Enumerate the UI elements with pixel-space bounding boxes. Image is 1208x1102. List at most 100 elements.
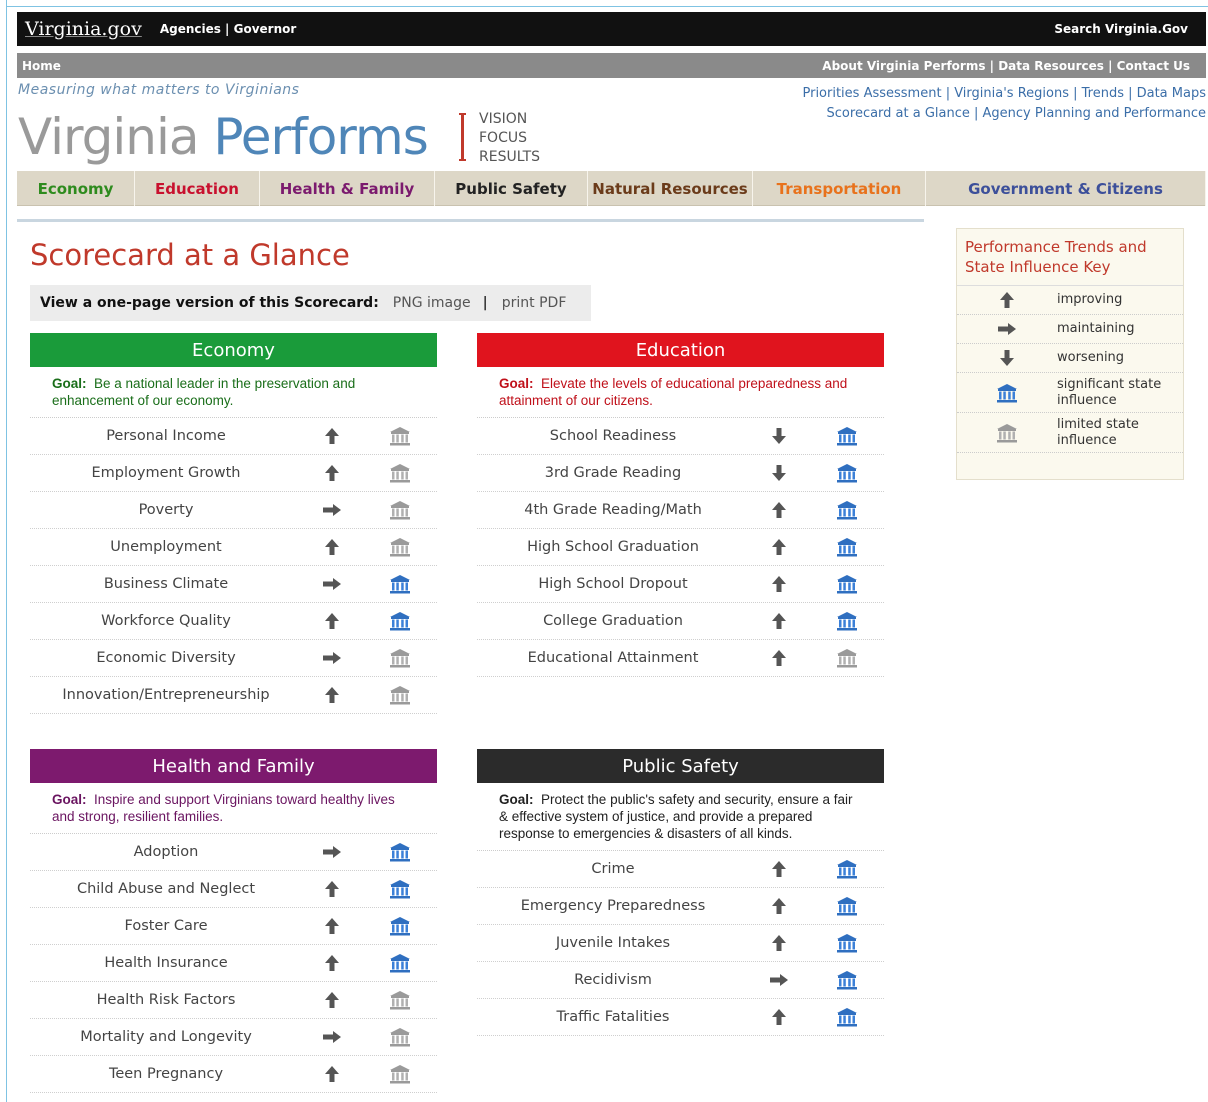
health-panel-title[interactable]: Health and Family xyxy=(30,749,437,783)
arrow-right-icon xyxy=(302,651,362,665)
arrow-up-icon xyxy=(302,427,362,445)
arrow-up-icon xyxy=(302,954,362,972)
top-links: Priorities Assessment | Virginia's Regio… xyxy=(802,84,1206,124)
home-link[interactable]: Home xyxy=(22,59,61,73)
indicator-link[interactable]: Adoption xyxy=(30,844,302,860)
nav-tab-health-family[interactable]: Health & Family xyxy=(260,171,435,206)
nav-tab-transportation[interactable]: Transportation xyxy=(753,171,926,206)
indicator-link[interactable]: 3rd Grade Reading xyxy=(477,465,749,481)
health-goal: Goal: Inspire and support Virginians tow… xyxy=(30,783,437,834)
key-label: limited state influence xyxy=(1057,416,1139,448)
key-row: worsening xyxy=(957,344,1183,373)
capitol-blue-icon xyxy=(362,953,437,973)
indicator-link[interactable]: Health Insurance xyxy=(30,955,302,971)
goal-text: Inspire and support Virginians toward he… xyxy=(52,792,395,824)
nav-divider xyxy=(17,219,924,222)
about-links[interactable]: About Virginia Performs | Data Resources… xyxy=(822,59,1190,73)
capitol-blue-icon xyxy=(809,426,884,446)
indicator-link[interactable]: High School Graduation xyxy=(477,539,749,555)
table-row: Health Risk Factors xyxy=(30,982,437,1019)
arrow-up-icon xyxy=(749,897,809,915)
key-row: maintaining xyxy=(957,315,1183,344)
arrow-up-icon xyxy=(302,880,362,898)
table-row: Personal Income xyxy=(30,418,437,455)
key-row: significant state influence xyxy=(957,373,1183,413)
capitol-blue-icon xyxy=(362,842,437,862)
indicator-link[interactable]: Educational Attainment xyxy=(477,650,749,666)
indicator-link[interactable]: Mortality and Longevity xyxy=(30,1029,302,1045)
nav-tab-education[interactable]: Education xyxy=(135,171,260,206)
key-row: limited state influence xyxy=(957,413,1183,453)
indicator-link[interactable]: High School Dropout xyxy=(477,576,749,592)
indicator-link[interactable]: School Readiness xyxy=(477,428,749,444)
indicator-link[interactable]: Teen Pregnancy xyxy=(30,1066,302,1082)
arrow-right-icon xyxy=(749,973,809,987)
indicator-link[interactable]: Employment Growth xyxy=(30,465,302,481)
indicator-link[interactable]: Juvenile Intakes xyxy=(477,935,749,951)
arrow-right-icon xyxy=(302,577,362,591)
arrow-up-icon xyxy=(749,1008,809,1026)
capitol-blue-icon xyxy=(362,611,437,631)
arrow-up-icon xyxy=(749,575,809,593)
secondary-bar: Home About Virginia Performs | Data Reso… xyxy=(17,53,1206,78)
goal-label: Goal: xyxy=(499,376,534,391)
nav-tab-natural-resources[interactable]: Natural Resources xyxy=(588,171,753,206)
print-pdf-link[interactable]: print PDF xyxy=(502,295,567,311)
education-panel-title[interactable]: Education xyxy=(477,333,884,367)
arrow-up-icon xyxy=(302,686,362,704)
table-row: Health Insurance xyxy=(30,945,437,982)
indicator-link[interactable]: Foster Care xyxy=(30,918,302,934)
arrow-right-icon xyxy=(957,322,1057,336)
arrow-up-icon xyxy=(302,1065,362,1083)
capitol-gray-icon xyxy=(362,648,437,668)
indicator-link[interactable]: Workforce Quality xyxy=(30,613,302,629)
indicator-link[interactable]: Poverty xyxy=(30,502,302,518)
arrow-up-icon xyxy=(749,934,809,952)
indicator-link[interactable]: Personal Income xyxy=(30,428,302,444)
indicator-link[interactable]: Innovation/Entrepreneurship xyxy=(30,687,302,703)
virginia-gov-logo[interactable]: Virginia.gov xyxy=(25,18,142,40)
capitol-gray-icon xyxy=(362,1027,437,1047)
indicator-link[interactable]: Crime xyxy=(477,861,749,877)
indicator-link[interactable]: Economic Diversity xyxy=(30,650,302,666)
brand-part1: Virginia xyxy=(18,108,200,166)
agencies-governor-links[interactable]: Agencies | Governor xyxy=(160,22,296,36)
indicator-link[interactable]: Traffic Fatalities xyxy=(477,1009,749,1025)
table-row: Recidivism xyxy=(477,962,884,999)
indicator-link[interactable]: Recidivism xyxy=(477,972,749,988)
table-row: Teen Pregnancy xyxy=(30,1056,437,1093)
indicator-link[interactable]: 4th Grade Reading/Math xyxy=(477,502,749,518)
safety-panel-title[interactable]: Public Safety xyxy=(477,749,884,783)
table-row: Business Climate xyxy=(30,566,437,603)
indicator-link[interactable]: Business Climate xyxy=(30,576,302,592)
economy-panel-title[interactable]: Economy xyxy=(30,333,437,367)
table-row: High School Dropout xyxy=(477,566,884,603)
search-virginia-link[interactable]: Search Virginia.Gov xyxy=(1054,22,1188,36)
indicator-link[interactable]: Child Abuse and Neglect xyxy=(30,881,302,897)
indicator-link[interactable]: Emergency Preparedness xyxy=(477,898,749,914)
top-links-line2[interactable]: Scorecard at a Glance | Agency Planning … xyxy=(802,104,1206,124)
table-row: High School Graduation xyxy=(477,529,884,566)
capitol-blue-icon xyxy=(809,500,884,520)
nav-tab-government-citizens[interactable]: Government & Citizens xyxy=(926,171,1206,206)
capitol-gray-icon xyxy=(809,648,884,668)
capitol-blue-icon xyxy=(362,879,437,899)
indicator-link[interactable]: Unemployment xyxy=(30,539,302,555)
key-label: significant state influence xyxy=(1057,376,1162,408)
nav-tab-economy[interactable]: Economy xyxy=(17,171,135,206)
indicator-link[interactable]: Health Risk Factors xyxy=(30,992,302,1008)
table-row: 3rd Grade Reading xyxy=(477,455,884,492)
nav-tab-public-safety[interactable]: Public Safety xyxy=(435,171,588,206)
virginia-performs-logo[interactable]: Virginia Performs xyxy=(18,108,429,166)
capitol-blue-icon xyxy=(809,463,884,483)
png-image-link[interactable]: PNG image xyxy=(393,295,471,311)
key-row: improving xyxy=(957,286,1183,315)
arrow-right-icon xyxy=(302,1030,362,1044)
table-row: Juvenile Intakes xyxy=(477,925,884,962)
economy-panel: Economy Goal: Be a national leader in the… xyxy=(30,333,437,714)
indicator-link[interactable]: College Graduation xyxy=(477,613,749,629)
key-label: maintaining xyxy=(1057,321,1135,336)
table-row: Adoption xyxy=(30,834,437,871)
table-row: Employment Growth xyxy=(30,455,437,492)
top-links-line1[interactable]: Priorities Assessment | Virginia's Regio… xyxy=(802,84,1206,104)
